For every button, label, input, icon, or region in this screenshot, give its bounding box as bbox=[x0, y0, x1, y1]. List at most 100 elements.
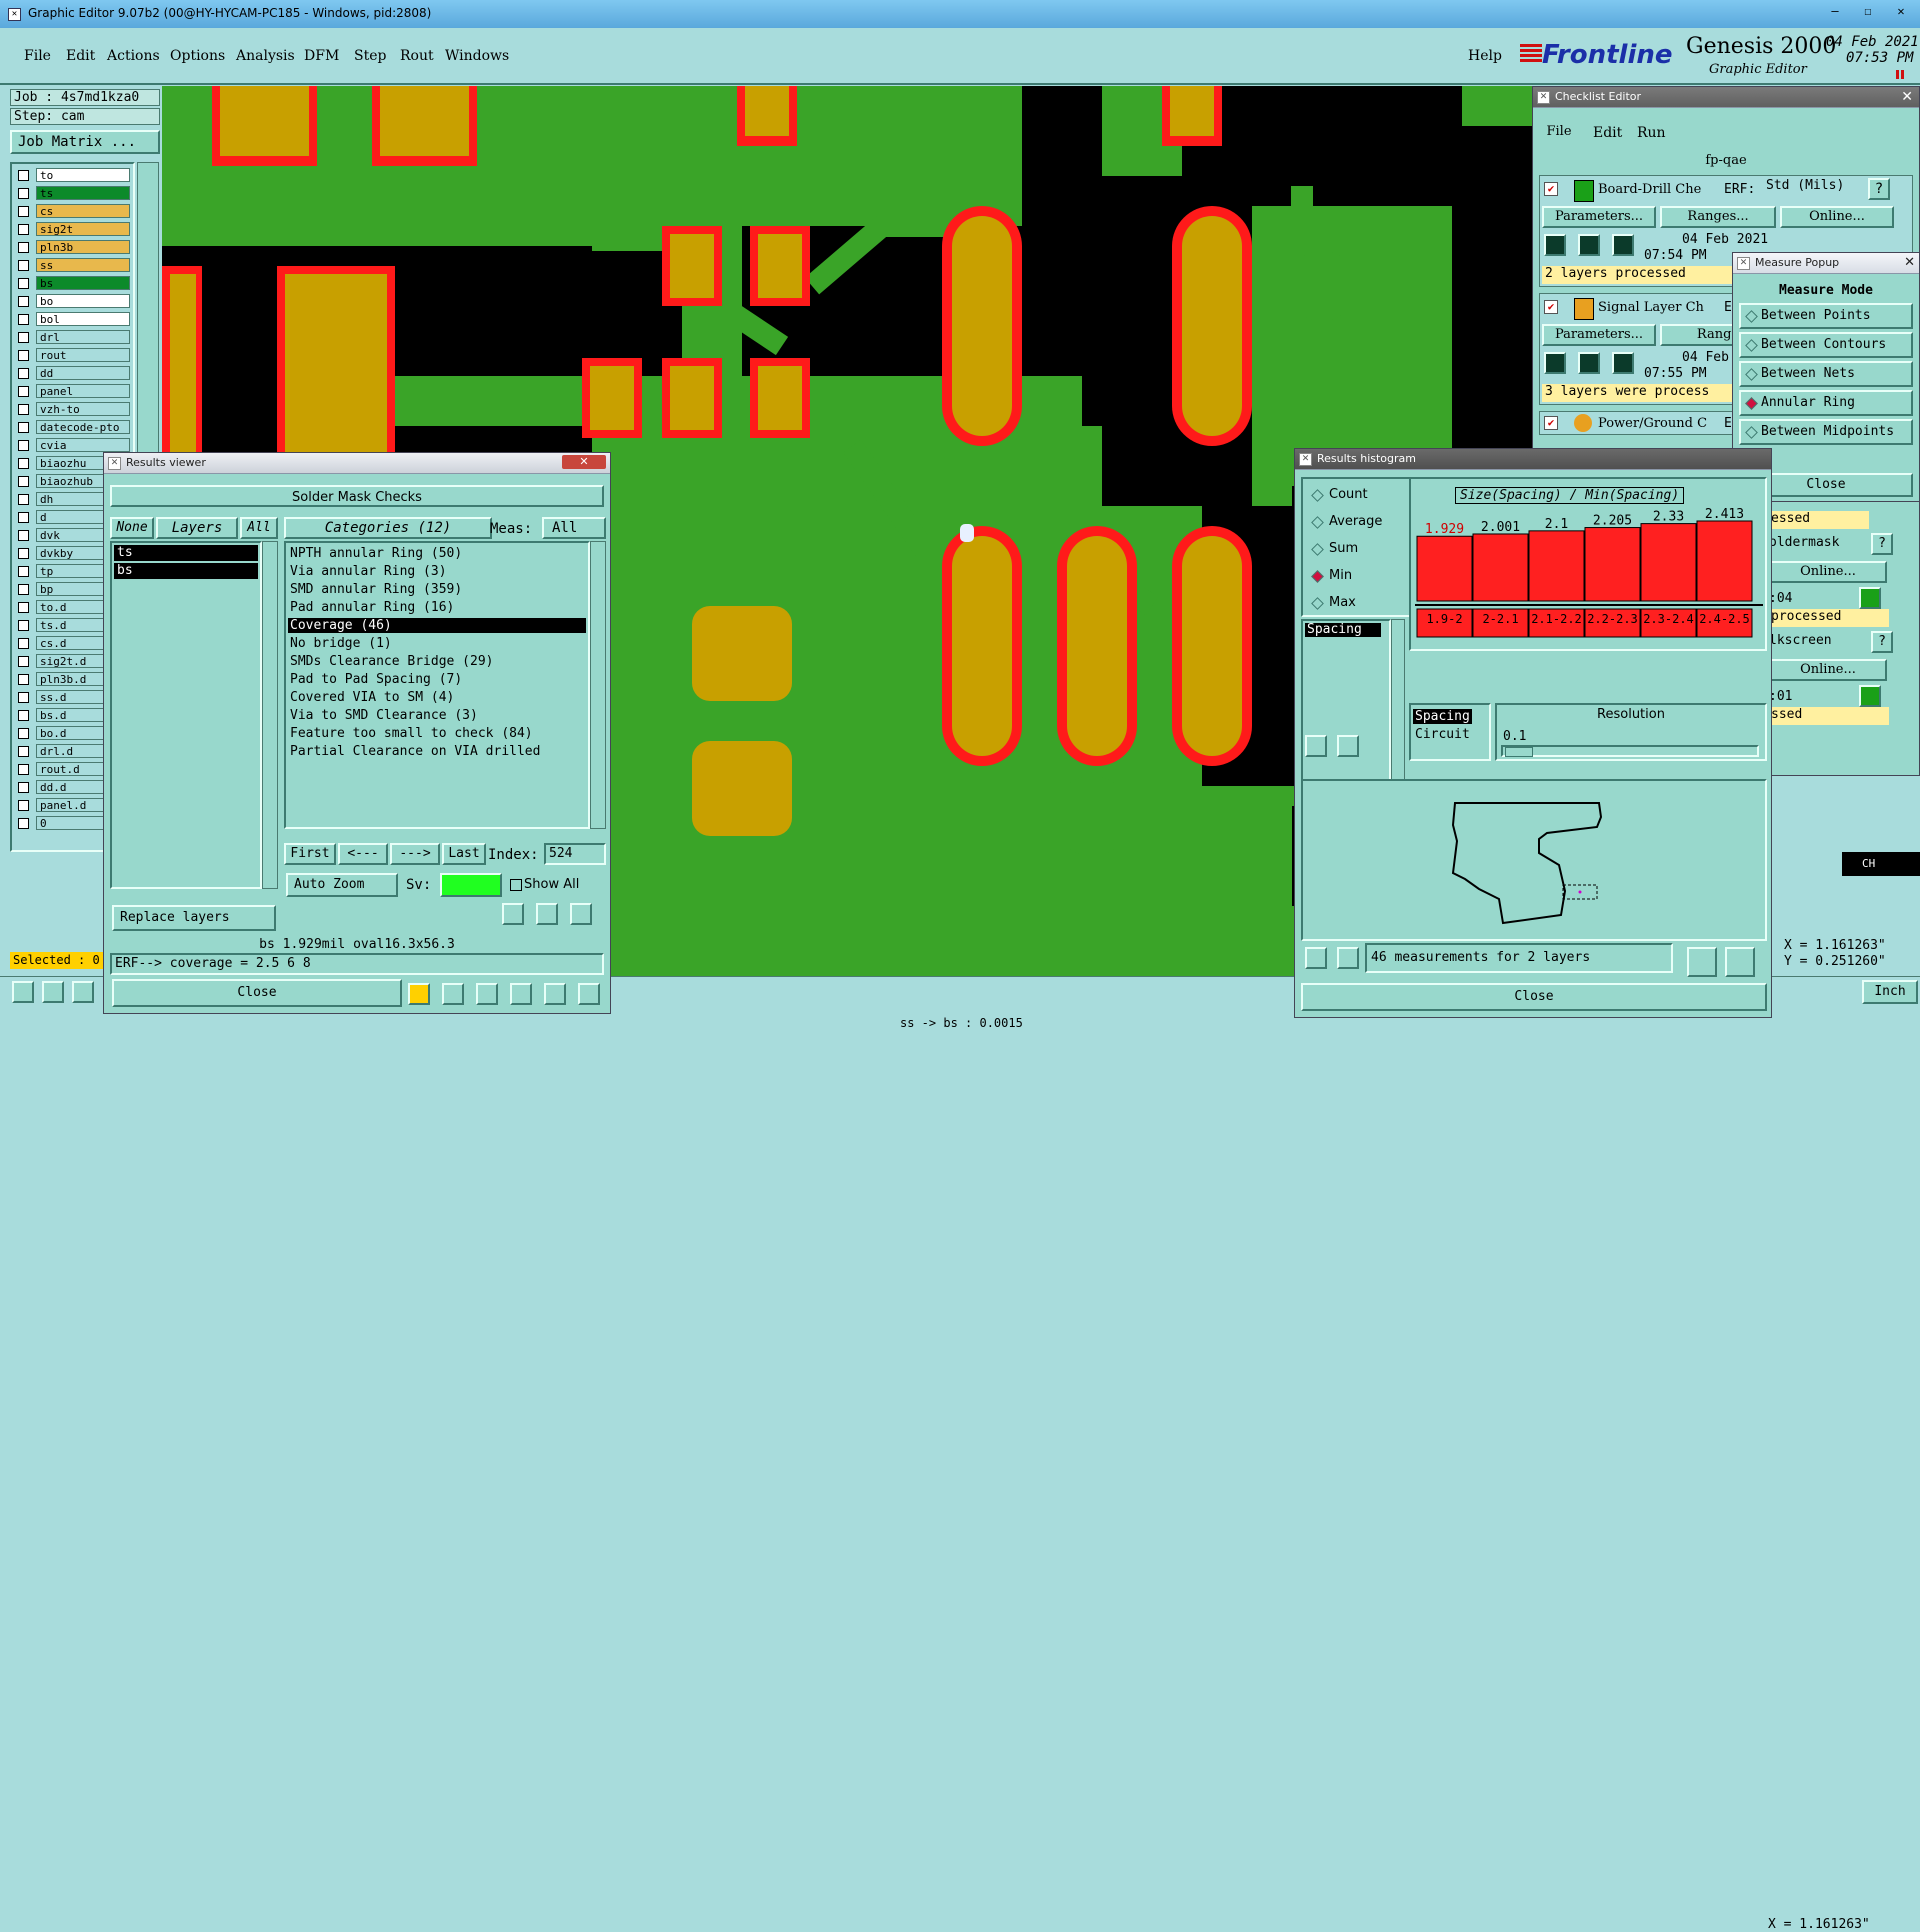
layer-checkbox[interactable] bbox=[18, 170, 29, 181]
layer-row[interactable]: cvia bbox=[14, 438, 132, 453]
menu-windows[interactable]: Windows bbox=[445, 48, 509, 64]
layer-row[interactable]: drl bbox=[14, 330, 132, 345]
outline-refresh-icon[interactable] bbox=[1337, 947, 1359, 969]
filter-icon[interactable] bbox=[510, 983, 532, 1005]
layer-checkbox[interactable] bbox=[18, 404, 29, 415]
menu-edit[interactable]: Edit bbox=[66, 48, 95, 64]
partial-help-2[interactable]: ? bbox=[1871, 631, 1893, 653]
layer-checkbox[interactable] bbox=[18, 818, 29, 829]
refresh-icon[interactable] bbox=[536, 903, 558, 925]
layer-checkbox[interactable] bbox=[18, 512, 29, 523]
layer-row[interactable]: rout bbox=[14, 348, 132, 363]
next-button[interactable]: ---> bbox=[390, 843, 440, 865]
layers-all-button[interactable]: All bbox=[240, 517, 278, 539]
histogram-close-button[interactable]: Close bbox=[1301, 983, 1767, 1011]
layer-marker-icon[interactable] bbox=[408, 983, 430, 1005]
layer-checkbox[interactable] bbox=[18, 656, 29, 667]
histogram-bar[interactable] bbox=[1696, 520, 1753, 602]
sv-color-select[interactable] bbox=[440, 873, 502, 897]
replace-layers-menu[interactable]: Replace layers bbox=[112, 905, 276, 931]
layer-checkbox[interactable] bbox=[18, 692, 29, 703]
layer-row[interactable]: bo bbox=[14, 294, 132, 309]
histogram-icon[interactable] bbox=[578, 983, 600, 1005]
layer-row[interactable]: ss bbox=[14, 258, 132, 273]
layer-checkbox[interactable] bbox=[18, 314, 29, 325]
layer-checkbox[interactable] bbox=[18, 260, 29, 271]
maximize-icon[interactable]: ☐ bbox=[1855, 4, 1881, 20]
layer-name[interactable]: cs bbox=[36, 204, 130, 218]
layer-checkbox[interactable] bbox=[18, 674, 29, 685]
layer-checkbox[interactable] bbox=[18, 476, 29, 487]
category-item[interactable]: Pad to Pad Spacing (7) bbox=[288, 672, 586, 687]
category-item[interactable]: SMDs Clearance Bridge (29) bbox=[288, 654, 586, 669]
layer-name[interactable]: pln3b bbox=[36, 240, 130, 254]
layer-name[interactable]: drl bbox=[36, 330, 130, 344]
row1-help-icon[interactable]: ? bbox=[1868, 178, 1890, 200]
category-item[interactable]: Covered VIA to SM (4) bbox=[288, 690, 586, 705]
hist-refresh-icon[interactable] bbox=[1337, 735, 1359, 757]
histogram-bar[interactable] bbox=[1416, 535, 1473, 602]
layer-name[interactable]: ts bbox=[36, 186, 130, 200]
category-item[interactable]: Via to SMD Clearance (3) bbox=[288, 708, 586, 723]
mode-option[interactable]: Average bbox=[1307, 512, 1405, 534]
layer-name[interactable]: rout bbox=[36, 348, 130, 362]
layer-name[interactable]: ss bbox=[36, 258, 130, 272]
layer-row[interactable]: dd bbox=[14, 366, 132, 381]
measure-option[interactable]: Between Points bbox=[1739, 303, 1913, 329]
menu-file[interactable]: File bbox=[24, 48, 51, 64]
layer-checkbox[interactable] bbox=[18, 548, 29, 559]
export-icon[interactable] bbox=[1687, 947, 1717, 977]
row2-parameters[interactable]: Parameters... bbox=[1542, 324, 1656, 346]
layer-checkbox[interactable] bbox=[18, 296, 29, 307]
layer-name[interactable]: bo bbox=[36, 294, 130, 308]
category-item[interactable]: Via annular Ring (3) bbox=[288, 564, 586, 579]
mode-option[interactable]: Count bbox=[1307, 485, 1405, 507]
partial-online-2[interactable]: Online... bbox=[1769, 659, 1887, 681]
categories-listbox[interactable]: NPTH annular Ring (50) Via annular Ring (… bbox=[284, 541, 590, 829]
layer-checkbox[interactable] bbox=[18, 440, 29, 451]
row1-ranges[interactable]: Ranges... bbox=[1660, 206, 1776, 228]
checklist-menu-run[interactable]: Run bbox=[1637, 125, 1666, 141]
partial-zoom-2[interactable] bbox=[1859, 685, 1881, 707]
layer-checkbox[interactable] bbox=[18, 206, 29, 217]
board-outline-preview[interactable] bbox=[1301, 779, 1767, 941]
menu-analysis[interactable]: Analysis bbox=[236, 48, 295, 64]
row1-parameters[interactable]: Parameters... bbox=[1542, 206, 1656, 228]
layer-row[interactable]: panel bbox=[14, 384, 132, 399]
measure-list-item[interactable]: Spacing bbox=[1305, 623, 1381, 637]
row2-results-icon[interactable] bbox=[1612, 352, 1634, 374]
row1-online[interactable]: Online... bbox=[1780, 206, 1894, 228]
row1-erf-value[interactable]: Std (Mils) bbox=[1766, 178, 1844, 193]
layer-checkbox[interactable] bbox=[18, 566, 29, 577]
histogram-bar[interactable] bbox=[1472, 533, 1529, 602]
index-input[interactable]: 524 bbox=[544, 843, 606, 865]
measure-option[interactable]: Between Midpoints bbox=[1739, 419, 1913, 445]
partial-help-1[interactable]: ? bbox=[1871, 533, 1893, 555]
layer-name[interactable]: bol bbox=[36, 312, 130, 326]
mode-option[interactable]: Sum bbox=[1307, 539, 1405, 561]
layer-row[interactable]: datecode-pto bbox=[14, 420, 132, 435]
layer-checkbox[interactable] bbox=[18, 386, 29, 397]
layer-checkbox[interactable] bbox=[18, 620, 29, 631]
layer-checkbox[interactable] bbox=[18, 746, 29, 757]
layer-name[interactable]: vzh-to bbox=[36, 402, 130, 416]
layer-checkbox[interactable] bbox=[18, 602, 29, 613]
categories-button[interactable]: Categories (12) bbox=[284, 517, 492, 539]
menu-actions[interactable]: Actions bbox=[107, 48, 160, 64]
layer-checkbox[interactable] bbox=[18, 638, 29, 649]
layer-checkbox[interactable] bbox=[18, 764, 29, 775]
category-item[interactable]: Pad annular Ring (16) bbox=[288, 600, 586, 615]
meas-select[interactable]: All bbox=[542, 517, 606, 539]
measure-close-icon[interactable]: ✕ bbox=[1904, 253, 1915, 273]
layer-checkbox[interactable] bbox=[18, 584, 29, 595]
menu-help[interactable]: Help bbox=[1468, 48, 1502, 64]
units-button[interactable]: Inch bbox=[1862, 980, 1918, 1004]
menu-rout[interactable]: Rout bbox=[400, 48, 434, 64]
category-item[interactable]: No bridge (1) bbox=[288, 636, 586, 651]
measure-list-scrollbar[interactable] bbox=[1391, 619, 1405, 801]
layer-item-ts[interactable]: ts bbox=[114, 545, 258, 561]
layer-row[interactable]: bol bbox=[14, 312, 132, 327]
layer-checkbox[interactable] bbox=[18, 710, 29, 721]
zoom-out-icon[interactable] bbox=[42, 981, 64, 1003]
layer-row[interactable]: pln3b bbox=[14, 240, 132, 255]
